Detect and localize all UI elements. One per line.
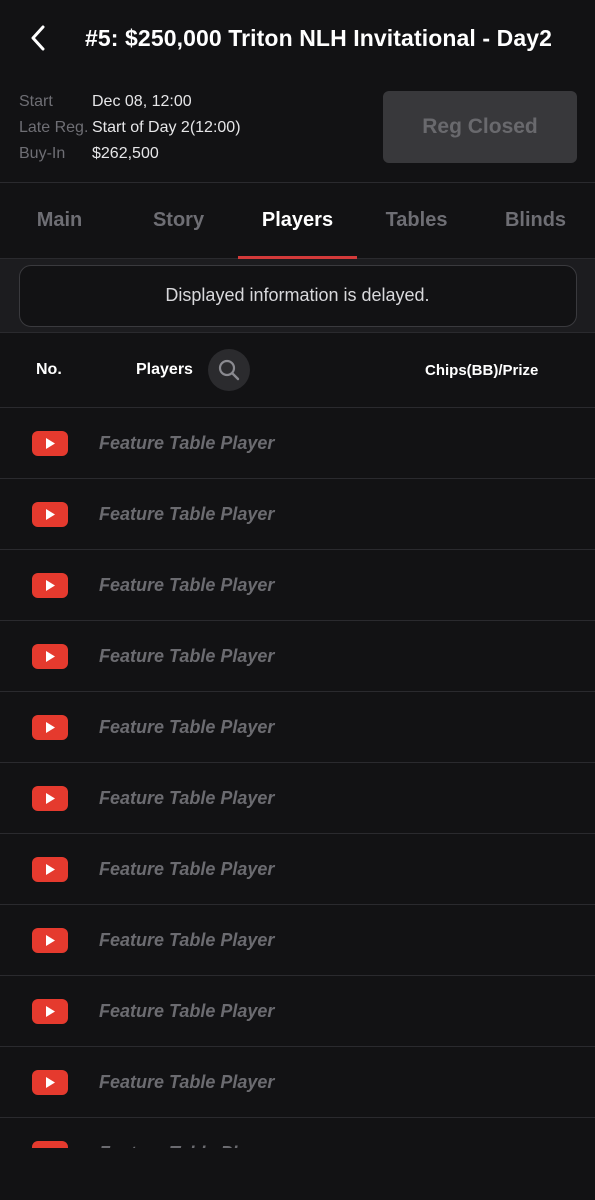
buyin-value: $262,500 bbox=[92, 145, 159, 162]
column-header: No. Players Chips(BB)/Prize bbox=[0, 333, 595, 408]
late-reg-row: Late Reg. Start of Day 2(12:00) bbox=[19, 119, 241, 137]
youtube-icon[interactable] bbox=[32, 572, 68, 598]
table-row[interactable]: Feature Table Player bbox=[0, 408, 595, 479]
player-name: Feature Table Player bbox=[99, 645, 275, 666]
player-name: Feature Table Player bbox=[99, 1071, 275, 1092]
player-name: Feature Table Player bbox=[99, 503, 275, 524]
play-icon bbox=[46, 721, 55, 733]
tab-blinds[interactable]: Blinds bbox=[476, 183, 595, 258]
table-row[interactable]: Feature Table Player bbox=[0, 550, 595, 621]
tab-players[interactable]: Players bbox=[238, 183, 357, 259]
player-name: Feature Table Player bbox=[99, 1000, 275, 1021]
late-reg-label: Late Reg. bbox=[19, 119, 89, 136]
tab-main[interactable]: Main bbox=[0, 183, 119, 258]
youtube-icon[interactable] bbox=[32, 501, 68, 527]
play-icon bbox=[46, 650, 55, 662]
start-label: Start bbox=[19, 93, 53, 110]
player-name: Feature Table Player bbox=[99, 432, 275, 453]
buyin-label: Buy-In bbox=[19, 145, 66, 162]
late-reg-value: Start of Day 2(12:00) bbox=[92, 119, 241, 136]
column-no: No. bbox=[36, 361, 62, 378]
player-name: Feature Table Player bbox=[99, 929, 275, 950]
play-icon bbox=[46, 934, 55, 946]
youtube-icon[interactable] bbox=[32, 927, 68, 953]
youtube-icon[interactable] bbox=[32, 430, 68, 456]
play-icon bbox=[46, 437, 55, 449]
table-row[interactable]: Feature Table Player bbox=[0, 763, 595, 834]
youtube-icon[interactable] bbox=[32, 643, 68, 669]
table-row[interactable]: Feature Table Player bbox=[0, 1047, 595, 1118]
player-name: Feature Table Player bbox=[99, 858, 275, 879]
youtube-icon[interactable] bbox=[32, 856, 68, 882]
youtube-icon[interactable] bbox=[32, 785, 68, 811]
player-name: Feature Table Player bbox=[99, 716, 275, 737]
tournament-info: Start Dec 08, 12:00 Late Reg. Start of D… bbox=[0, 76, 595, 183]
play-icon bbox=[46, 863, 55, 875]
player-list: Feature Table Player Feature Table Player… bbox=[0, 408, 595, 1150]
play-icon bbox=[46, 508, 55, 520]
youtube-icon[interactable] bbox=[32, 714, 68, 740]
player-name: Feature Table Player bbox=[99, 787, 275, 808]
player-name: Feature Table Player bbox=[99, 574, 275, 595]
play-icon bbox=[46, 579, 55, 591]
play-icon bbox=[46, 792, 55, 804]
back-button[interactable] bbox=[30, 18, 56, 58]
play-icon bbox=[46, 1076, 55, 1088]
table-row[interactable]: Feature Table Player bbox=[0, 834, 595, 905]
search-icon bbox=[218, 359, 240, 381]
youtube-icon[interactable] bbox=[32, 998, 68, 1024]
table-row[interactable]: Feature Table Player bbox=[0, 479, 595, 550]
reg-closed-button[interactable]: Reg Closed bbox=[383, 91, 577, 163]
column-players: Players bbox=[136, 361, 193, 378]
tab-tables[interactable]: Tables bbox=[357, 183, 476, 258]
tab-bar: Main Story Players Tables Blinds bbox=[0, 183, 595, 259]
chevron-left-icon bbox=[31, 25, 45, 51]
search-button[interactable] bbox=[208, 349, 250, 391]
table-row[interactable]: Feature Table Player bbox=[0, 1118, 595, 1150]
page-title: #5: $250,000 Triton NLH Invitational - D… bbox=[85, 24, 553, 51]
table-row[interactable]: Feature Table Player bbox=[0, 621, 595, 692]
play-icon bbox=[46, 1005, 55, 1017]
bottom-area bbox=[0, 1148, 595, 1200]
youtube-icon[interactable] bbox=[32, 1069, 68, 1095]
column-chips-prize: Chips(BB)/Prize bbox=[425, 362, 539, 379]
notice-container: Displayed information is delayed. bbox=[0, 259, 595, 333]
delay-notice: Displayed information is delayed. bbox=[18, 264, 577, 327]
table-row[interactable]: Feature Table Player bbox=[0, 692, 595, 763]
start-value: Dec 08, 12:00 bbox=[92, 93, 192, 110]
start-row: Start Dec 08, 12:00 bbox=[19, 93, 192, 111]
app-header: #5: $250,000 Triton NLH Invitational - D… bbox=[0, 0, 595, 76]
table-row[interactable]: Feature Table Player bbox=[0, 976, 595, 1047]
tab-story[interactable]: Story bbox=[119, 183, 238, 258]
buyin-row: Buy-In $262,500 bbox=[19, 145, 159, 163]
table-row[interactable]: Feature Table Player bbox=[0, 905, 595, 976]
